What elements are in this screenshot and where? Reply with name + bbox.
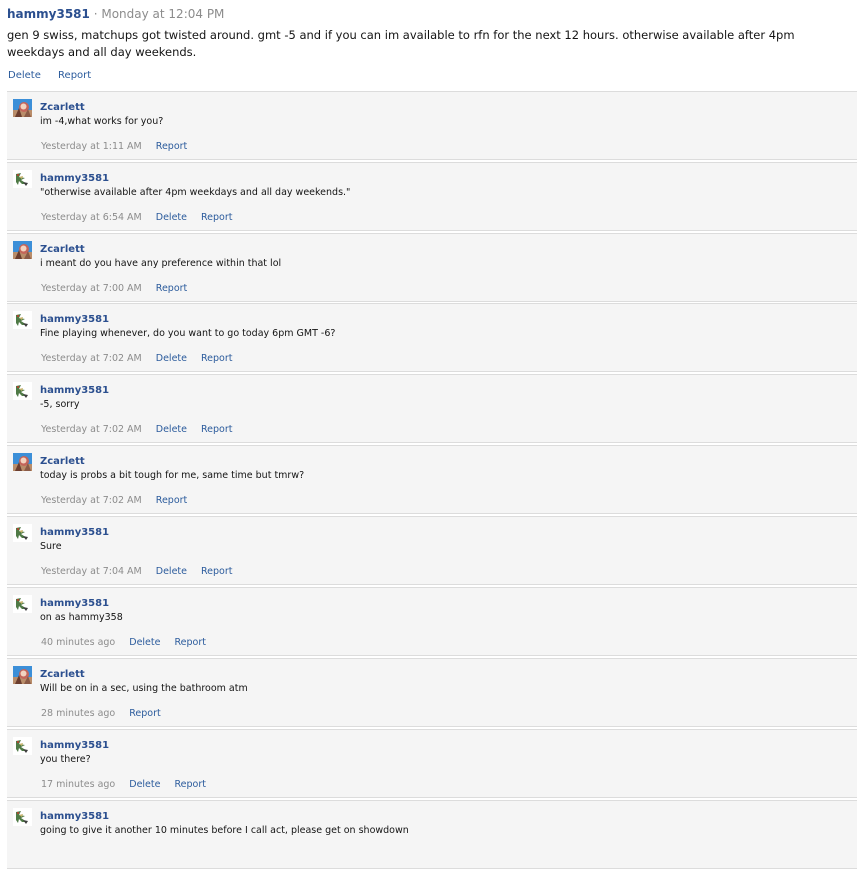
comment-text: Will be on in a sec, using the bathroom …	[40, 683, 248, 694]
comment-author-link[interactable]: hammy3581	[40, 385, 109, 397]
comment-report-link[interactable]: Report	[174, 637, 206, 648]
comment-report-link[interactable]: Report	[174, 779, 206, 790]
comment-meta: Yesterday at 7:02 AM Delete Report	[41, 353, 246, 365]
comment-author-link[interactable]: hammy3581	[40, 314, 109, 326]
comment-author-link[interactable]: Zcarlett	[40, 669, 85, 681]
comment-report-link[interactable]: Report	[156, 141, 188, 152]
avatar-image	[13, 311, 32, 329]
avatar-image	[13, 99, 32, 117]
comment-report-link[interactable]: Report	[156, 283, 188, 294]
comment-text: Sure	[40, 541, 62, 552]
comment-row: Zcarlett im -4,what works for you? Yesterd…	[7, 91, 857, 160]
hammy-avatar[interactable]	[13, 170, 32, 188]
avatar-image	[13, 453, 32, 471]
comment-meta: Yesterday at 7:00 AM Report	[41, 283, 201, 295]
comment-author-link[interactable]: Zcarlett	[40, 102, 85, 114]
comment-timestamp[interactable]: 17 minutes ago	[41, 779, 115, 790]
comment-row: hammy3581 -5, sorry Yesterday at 7:02 AM De…	[7, 374, 857, 443]
post-header: hammy3581 · Monday at 12:04 PM	[7, 6, 224, 22]
comment-row: hammy3581 you there? 17 minutes ago Delete R…	[7, 729, 857, 798]
comment-text: i meant do you have any preference withi…	[40, 258, 282, 269]
comment-delete-link[interactable]: Delete	[129, 779, 160, 790]
comment-meta: 17 minutes ago Delete Report	[41, 779, 220, 791]
hammy-avatar[interactable]	[13, 311, 32, 329]
comment-delete-link[interactable]: Delete	[156, 212, 187, 223]
comment-report-link[interactable]: Report	[201, 424, 233, 435]
comment-delete-link[interactable]: Delete	[129, 637, 160, 648]
avatar-image	[13, 241, 32, 259]
comment-row: Zcarlett i meant do you have any preferen…	[7, 233, 857, 302]
avatar-image	[13, 666, 32, 684]
comment-row: Zcarlett today is probs a bit tough for m…	[7, 445, 857, 514]
comment-text: im -4,what works for you?	[40, 116, 164, 127]
hammy-avatar[interactable]	[13, 808, 32, 826]
comment-timestamp[interactable]: Yesterday at 7:02 AM	[41, 353, 142, 364]
comment-meta: Yesterday at 1:11 AM Report	[41, 141, 201, 153]
comment-delete-link[interactable]: Delete	[156, 566, 187, 577]
comment-text: today is probs a bit tough for me, same …	[40, 470, 305, 481]
comment-timestamp[interactable]: 28 minutes ago	[41, 708, 115, 719]
avatar-image	[13, 170, 32, 188]
comment-timestamp[interactable]: Yesterday at 7:04 AM	[41, 566, 142, 577]
zcarlett-avatar[interactable]	[13, 99, 32, 117]
comment-text: Fine playing whenever, do you want to go…	[40, 328, 336, 339]
post-timestamp[interactable]: Monday at 12:04 PM	[101, 7, 224, 21]
comment-timestamp[interactable]: 40 minutes ago	[41, 637, 115, 648]
hammy-avatar[interactable]	[13, 737, 32, 755]
comment-row: hammy3581 on as hammy358 40 minutes ago Del…	[7, 587, 857, 656]
comment-report-link[interactable]: Report	[156, 495, 188, 506]
comment-meta: Yesterday at 7:04 AM Delete Report	[41, 566, 246, 578]
comment-text: "otherwise available after 4pm weekdays …	[40, 187, 351, 198]
avatar-image	[13, 595, 32, 613]
hammy-avatar[interactable]	[13, 524, 32, 542]
comment-author-link[interactable]: Zcarlett	[40, 244, 85, 256]
comment-author-link[interactable]: hammy3581	[40, 598, 109, 610]
avatar-image	[13, 524, 32, 542]
avatar-image	[13, 737, 32, 755]
comment-author-link[interactable]: Zcarlett	[40, 456, 85, 468]
post-delete-link[interactable]: Delete	[8, 70, 41, 81]
comment-timestamp[interactable]: Yesterday at 1:11 AM	[41, 141, 142, 152]
comment-delete-link[interactable]: Delete	[156, 424, 187, 435]
zcarlett-avatar[interactable]	[13, 241, 32, 259]
comment-author-link[interactable]: hammy3581	[40, 527, 109, 539]
comment-author-link[interactable]: hammy3581	[40, 740, 109, 752]
zcarlett-avatar[interactable]	[13, 666, 32, 684]
hammy-avatar[interactable]	[13, 382, 32, 400]
comment-row: Zcarlett Will be on in a sec, using the b…	[7, 658, 857, 727]
comment-meta: Yesterday at 6:54 AM Delete Report	[41, 212, 246, 224]
comment-author-link[interactable]: hammy3581	[40, 173, 109, 185]
avatar-image	[13, 808, 32, 826]
comment-report-link[interactable]: Report	[201, 566, 233, 577]
comment-report-link[interactable]: Report	[201, 212, 233, 223]
post-body: gen 9 swiss, matchups got twisted around…	[7, 28, 795, 59]
comment-timestamp[interactable]: Yesterday at 6:54 AM	[41, 212, 142, 223]
comment-meta: 40 minutes ago Delete Report	[41, 637, 220, 649]
comment-text: going to give it another 10 minutes befo…	[40, 825, 409, 836]
avatar-image	[13, 382, 32, 400]
comment-row: hammy3581 going to give it another 10 min…	[7, 800, 857, 869]
comment-delete-link[interactable]: Delete	[156, 353, 187, 364]
comment-meta: 28 minutes ago Report	[41, 708, 175, 720]
comment-row: hammy3581 Fine playing whenever, do you w…	[7, 303, 857, 372]
hammy-avatar[interactable]	[13, 595, 32, 613]
post-report-link[interactable]: Report	[58, 70, 91, 81]
comment-author-link[interactable]: hammy3581	[40, 811, 109, 823]
comment-meta: Yesterday at 7:02 AM Delete Report	[41, 424, 246, 436]
comment-row: hammy3581 "otherwise available after 4pm …	[7, 162, 857, 231]
post-header-separator: ·	[93, 7, 98, 21]
comment-meta: Yesterday at 7:02 AM Report	[41, 495, 201, 507]
comment-timestamp[interactable]: Yesterday at 7:02 AM	[41, 424, 142, 435]
post-actions: Delete Report	[8, 69, 105, 83]
comment-row: hammy3581 Sure Yesterday at 7:04 AM Delete R…	[7, 516, 857, 585]
post-author-link[interactable]: hammy3581	[7, 7, 90, 21]
comment-report-link[interactable]: Report	[201, 353, 233, 364]
comment-timestamp[interactable]: Yesterday at 7:00 AM	[41, 283, 142, 294]
comment-text: on as hammy358	[40, 612, 123, 623]
comment-text: you there?	[40, 754, 91, 765]
comment-report-link[interactable]: Report	[129, 708, 161, 719]
comment-timestamp[interactable]: Yesterday at 7:02 AM	[41, 495, 142, 506]
zcarlett-avatar[interactable]	[13, 453, 32, 471]
comment-text: -5, sorry	[40, 399, 80, 410]
